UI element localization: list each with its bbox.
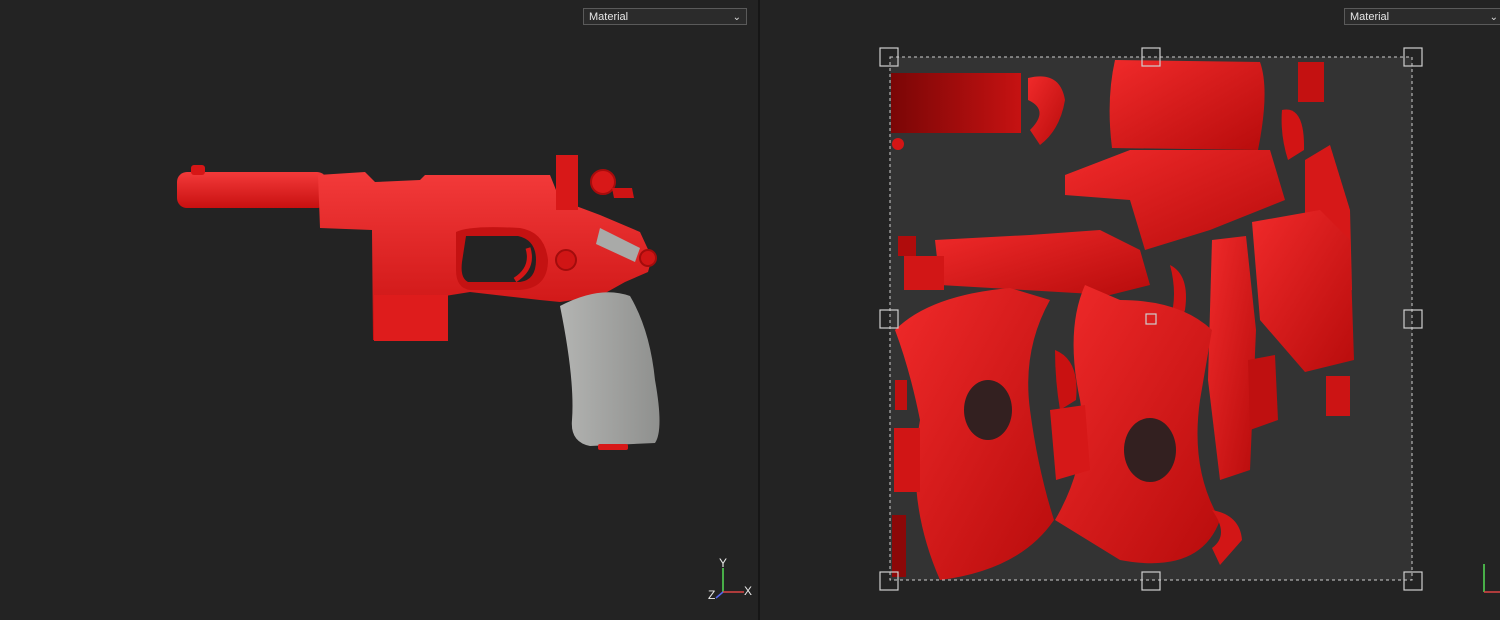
axis-x-label: X [744,584,753,598]
uv-island-small[interactable] [898,236,916,256]
uv-island-small[interactable] [1326,376,1350,416]
right-viewport-uv[interactable]: Material ⌄ [760,0,1500,620]
lanyard-ring [598,444,628,450]
uv-island[interactable] [1050,405,1090,480]
uv-island-barrel[interactable] [891,73,1021,133]
hammer [590,169,616,195]
uv-island-dot[interactable] [892,138,904,150]
pistol-grip[interactable] [560,292,660,446]
uv-island-small[interactable] [895,380,907,410]
axis-y-label: Y [719,556,728,570]
axis-z-label: Z [708,588,716,602]
uv-island-grip-left-hole [964,380,1012,440]
rear-sight [556,155,578,210]
front-sight [191,165,205,175]
pistol-barrel [177,172,327,208]
left-viewport-3d[interactable]: Material ⌄ Y Z X [0,0,758,620]
pistol-model[interactable] [0,0,758,620]
uv-island-small[interactable] [1298,62,1324,102]
uv-island-frame[interactable] [935,230,1150,295]
magazine-well [374,295,448,341]
uv-island-cylinder[interactable] [1109,60,1265,150]
uv-island-grip-right-hole [1124,418,1176,482]
uv-island-small[interactable] [904,256,944,290]
uv-island-small[interactable] [894,428,920,492]
hammer-spur [612,188,634,198]
axis-gizmo [1483,564,1500,593]
rear-pin [639,249,657,267]
frame-screw [555,249,577,271]
uv-layout[interactable] [760,0,1500,620]
uv-island[interactable] [1248,355,1278,430]
uv-island-small[interactable] [892,515,906,577]
